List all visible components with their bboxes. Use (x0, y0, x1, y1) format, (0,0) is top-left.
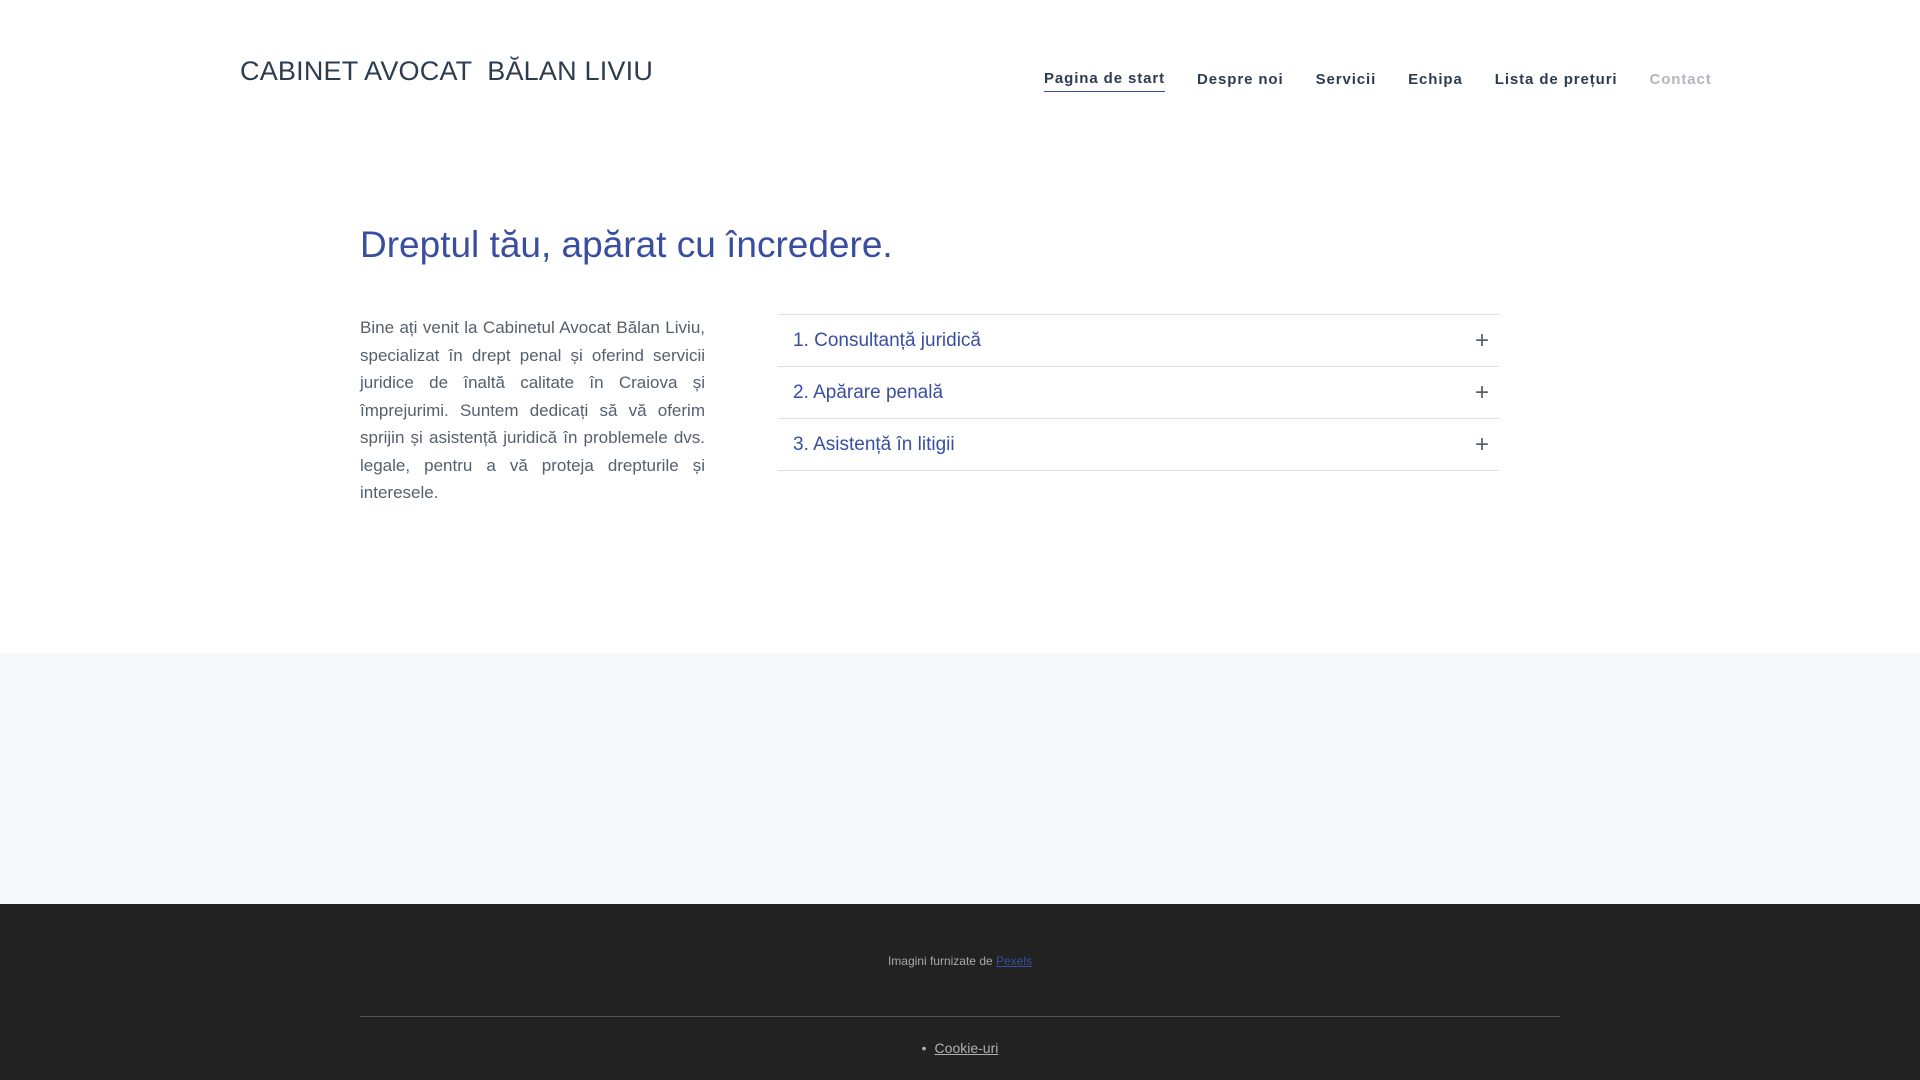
nav-item-prices[interactable]: Lista de prețuri (1495, 71, 1618, 92)
site-header: CABINET AVOCAT BĂLAN LIVIU Pagina de sta… (0, 0, 1920, 140)
bullet-icon: • (921, 1040, 927, 1056)
accordion-item-criminal-defense[interactable]: 2. Apărare penală + (778, 367, 1499, 419)
site-footer: Imagini furnizate de Pexels • Cookie-uri (0, 904, 1920, 1080)
plus-icon[interactable]: + (1475, 328, 1489, 353)
nav-item-team[interactable]: Echipa (1408, 71, 1463, 92)
accordion-item-label: 3. Asistență în litigii (793, 433, 955, 455)
nav-item-contact[interactable]: Contact (1650, 71, 1712, 92)
cookie-link[interactable]: Cookie-uri (935, 1040, 999, 1056)
image-credit: Imagini furnizate de Pexels (0, 954, 1920, 968)
content-band (0, 653, 1920, 904)
services-accordion: 1. Consultanță juridică + 2. Apărare pen… (778, 314, 1499, 471)
accordion-item-label: 1. Consultanță juridică (793, 329, 981, 351)
credit-text: Imagini furnizate de (887, 954, 993, 968)
plus-icon[interactable]: + (1475, 432, 1489, 457)
main-nav: Pagina de start Despre noi Servicii Echi… (1044, 70, 1712, 92)
footer-links: • Cookie-uri (0, 1040, 1920, 1056)
page-title: Dreptul tău, apărat cu încredere. (360, 224, 893, 265)
accordion-item-litigation[interactable]: 3. Asistență în litigii + (778, 419, 1499, 471)
nav-item-about[interactable]: Despre noi (1197, 71, 1284, 92)
intro-paragraph: Bine ați venit la Cabinetul Avocat Bălan… (360, 318, 705, 502)
nav-item-home[interactable]: Pagina de start (1044, 70, 1166, 92)
pexels-link[interactable]: Pexels (996, 954, 1032, 968)
footer-divider (360, 1016, 1560, 1017)
plus-icon[interactable]: + (1475, 380, 1489, 405)
accordion-item-consultancy[interactable]: 1. Consultanță juridică + (778, 315, 1499, 367)
nav-item-services[interactable]: Servicii (1316, 71, 1377, 92)
site-brand[interactable]: CABINET AVOCAT BĂLAN LIVIU (240, 56, 653, 87)
accordion-item-label: 2. Apărare penală (793, 381, 944, 403)
